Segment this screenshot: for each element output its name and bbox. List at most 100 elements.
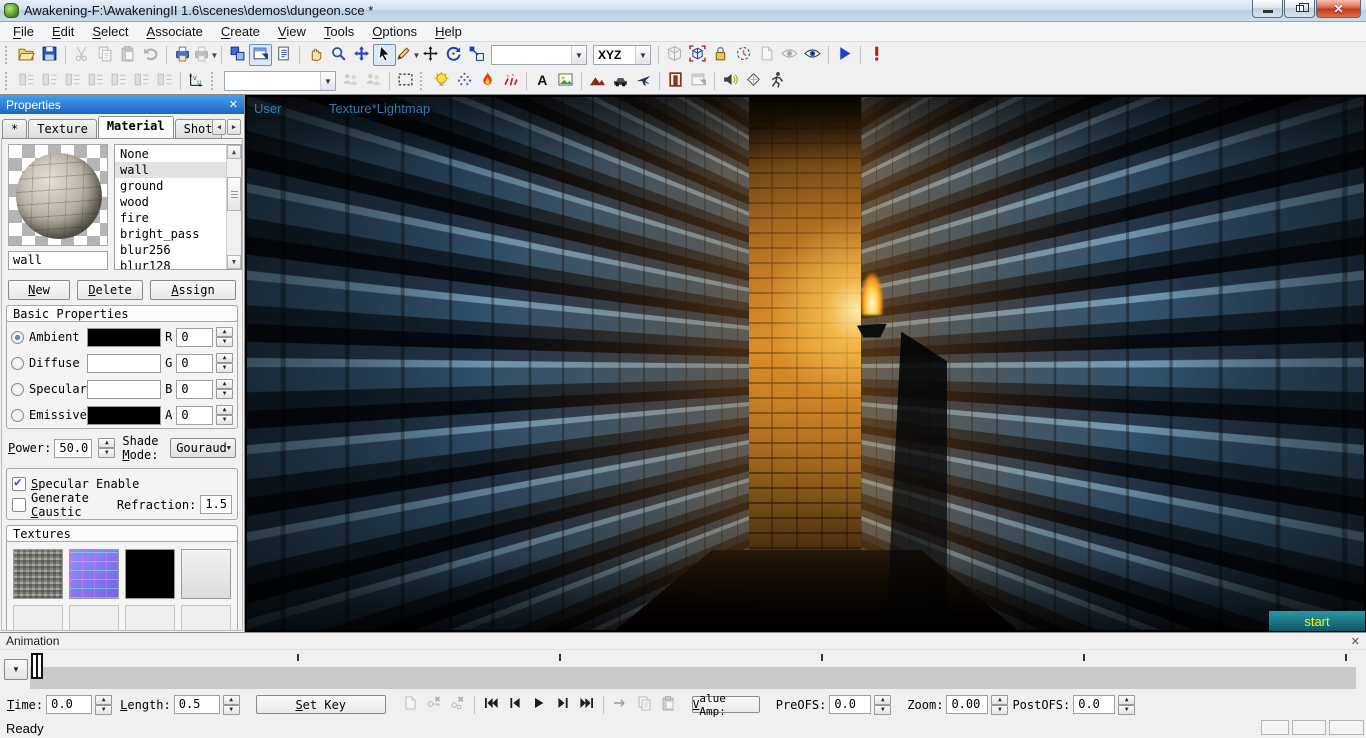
diffuse-radio[interactable] (11, 357, 24, 370)
create-fire-button[interactable] (476, 70, 499, 92)
menu-select[interactable]: Select (83, 22, 137, 41)
pick-tool-button[interactable]: ▼ (396, 44, 419, 66)
material-item-bright_pass[interactable]: bright_pass (115, 226, 226, 242)
power-up-icon[interactable]: ▲ (98, 438, 115, 448)
texture-slot-6-slot[interactable] (69, 605, 119, 631)
menu-file[interactable]: File (4, 22, 43, 41)
menu-options[interactable]: Options (363, 22, 426, 41)
step-back-button[interactable] (503, 694, 527, 716)
animation-close-icon[interactable]: ✕ (1351, 635, 1360, 648)
tab-star[interactable]: * (2, 119, 27, 138)
b-channel-input[interactable]: 0 (176, 380, 213, 399)
shade-mode-select[interactable]: Gouraud ▼ (170, 438, 236, 458)
restore-button[interactable] (1284, 0, 1315, 18)
go-to-start-button[interactable] (479, 694, 503, 716)
zoom-down-icon[interactable]: ▼ (991, 705, 1008, 715)
pan-view-button[interactable] (304, 44, 327, 66)
create-door-button[interactable] (664, 70, 687, 92)
texture-slot-1-stone[interactable] (13, 549, 63, 599)
texture-slot-2-normalmap[interactable] (69, 549, 119, 599)
r-channel-input[interactable]: 0 (176, 328, 213, 347)
timeline-track[interactable] (30, 667, 1356, 689)
material-item-none[interactable]: None (115, 146, 226, 162)
object-properties-button[interactable] (249, 44, 272, 66)
start-button[interactable]: start (1269, 611, 1365, 631)
preofs-input[interactable]: 0.0 (829, 695, 871, 714)
a-channel-input[interactable]: 0 (176, 406, 213, 425)
menu-view[interactable]: View (269, 22, 315, 41)
toolbar-grip[interactable] (5, 72, 12, 90)
menu-tools[interactable]: Tools (315, 22, 363, 41)
time-input[interactable]: 0.0 (46, 695, 92, 714)
properties-close-icon[interactable]: ✕ (229, 98, 238, 111)
rotate-object-button[interactable] (442, 44, 465, 66)
camera-label[interactable]: User (254, 101, 281, 116)
run-scene-button[interactable] (833, 44, 856, 66)
spin-down-icon[interactable]: ▼ (216, 415, 233, 425)
chevron-down-icon[interactable]: ▼ (320, 72, 335, 90)
uv-editor-button[interactable] (185, 70, 208, 92)
g-channel-input[interactable]: 0 (176, 354, 213, 373)
save-scene-button[interactable] (38, 44, 61, 66)
new-material-button[interactable]: New (8, 280, 70, 300)
preofs-down-icon[interactable]: ▼ (874, 705, 891, 715)
translate-object-button[interactable] (419, 44, 442, 66)
step-forward-button[interactable] (551, 694, 575, 716)
play-animation-button[interactable] (527, 694, 551, 716)
menu-edit[interactable]: Edit (43, 22, 83, 41)
create-vehicle-button[interactable] (609, 70, 632, 92)
spin-up-icon[interactable]: ▲ (216, 327, 233, 337)
tab-texture[interactable]: Texture (28, 119, 97, 138)
delete-material-button[interactable]: Delete (77, 280, 143, 300)
scrollbar-thumb[interactable] (227, 177, 241, 211)
show-object-button[interactable] (801, 44, 824, 66)
generate-caustic-checkbox[interactable] (12, 498, 26, 512)
postofs-down-icon[interactable]: ▼ (1118, 705, 1135, 715)
viewport[interactable]: User Texture*Lightmap start (245, 95, 1366, 632)
texture-slot-3-black[interactable] (125, 549, 175, 599)
chevron-down-icon[interactable]: ▼ (571, 46, 586, 64)
scroll-down-icon[interactable]: ▼ (227, 255, 241, 269)
spin-up-icon[interactable]: ▲ (216, 405, 233, 415)
properties-panel-header[interactable]: Properties ✕ (0, 95, 244, 114)
scene-outline-button[interactable] (272, 44, 295, 66)
material-item-wall[interactable]: wall (115, 162, 226, 178)
material-item-wood[interactable]: wood (115, 194, 226, 210)
spin-down-icon[interactable]: ▼ (216, 337, 233, 347)
material-item-ground[interactable]: ground (115, 178, 226, 194)
object-select-combo[interactable]: ▼ (491, 45, 587, 65)
material-item-blur128[interactable]: blur128 (115, 258, 226, 269)
postofs-input[interactable]: 0.0 (1073, 695, 1115, 714)
debug-button[interactable] (865, 44, 888, 66)
length-up-icon[interactable]: ▲ (223, 695, 240, 705)
tab-material[interactable]: Material (98, 116, 174, 138)
material-item-fire[interactable]: fire (115, 210, 226, 226)
axis-combo[interactable]: XYZ▼ (593, 45, 651, 65)
spin-down-icon[interactable]: ▼ (216, 389, 233, 399)
tab-scroll-right-icon[interactable]: ▶ (227, 119, 241, 135)
scale-object-button[interactable] (465, 44, 488, 66)
rect-select-button[interactable] (394, 70, 417, 92)
clone-object-button[interactable] (226, 44, 249, 66)
create-actor-button[interactable] (765, 70, 788, 92)
group-combo[interactable]: ▼ (224, 71, 336, 91)
menu-help[interactable]: Help (426, 22, 471, 41)
ambient-color-swatch[interactable] (87, 328, 161, 347)
specular-enable-checkbox[interactable]: ✔ (12, 477, 26, 491)
open-scene-button[interactable] (15, 44, 38, 66)
toolbar-grip[interactable] (420, 72, 427, 90)
specular-radio[interactable] (11, 383, 24, 396)
value-amp-button[interactable]: Value Amp: (692, 696, 760, 713)
length-down-icon[interactable]: ▼ (223, 705, 240, 715)
power-down-icon[interactable]: ▼ (98, 448, 115, 458)
create-aircraft-button[interactable] (632, 70, 655, 92)
postofs-up-icon[interactable]: ▲ (1118, 695, 1135, 705)
texture-slot-8-slot[interactable] (181, 605, 231, 631)
tab-scroll-left-icon[interactable]: ◀ (212, 119, 226, 135)
emissive-color-swatch[interactable] (87, 406, 161, 425)
close-button[interactable]: ✕ (1316, 0, 1361, 18)
create-terrain-button[interactable] (586, 70, 609, 92)
menu-associate[interactable]: Associate (138, 22, 212, 41)
zoom-up-icon[interactable]: ▲ (991, 695, 1008, 705)
zoom-input[interactable]: 0.00 (946, 695, 988, 714)
